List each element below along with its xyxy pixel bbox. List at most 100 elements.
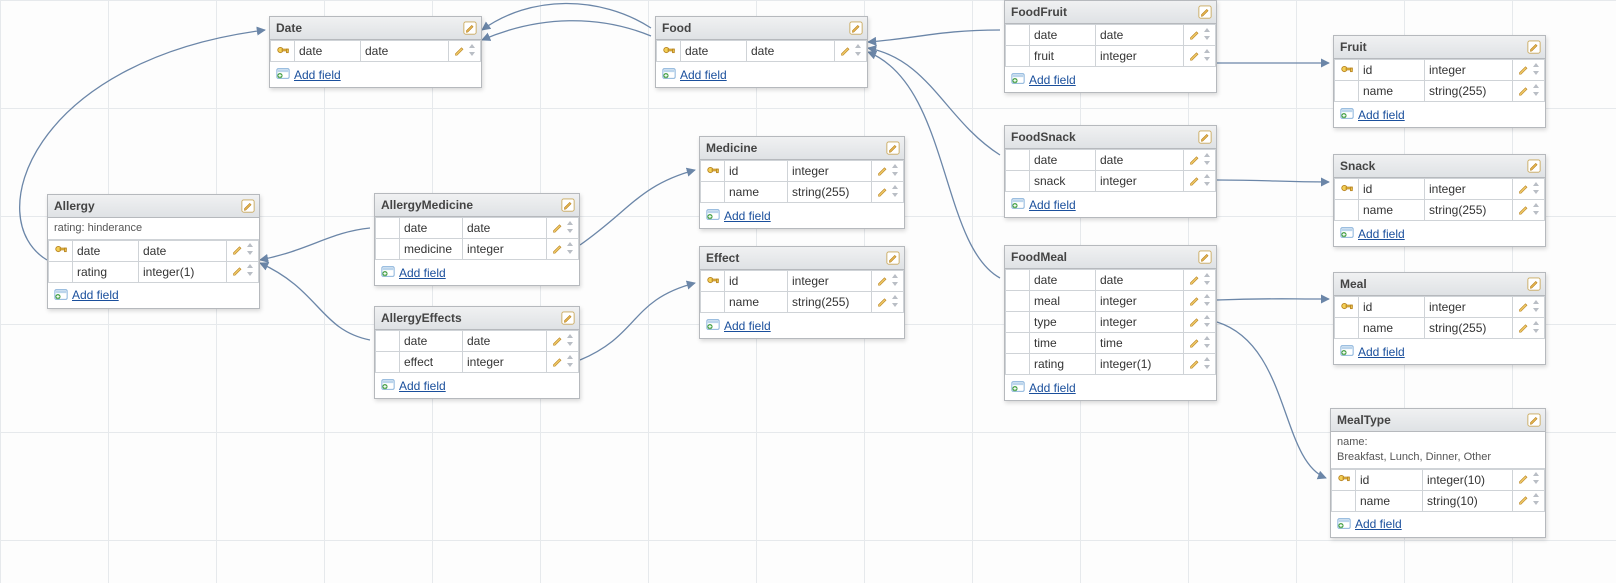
- table-row[interactable]: datedate: [376, 218, 579, 239]
- field-controls[interactable]: [547, 352, 579, 373]
- entity-title[interactable]: FoodMeal: [1005, 246, 1216, 269]
- pencil-icon[interactable]: [552, 242, 564, 257]
- field-controls[interactable]: [1513, 318, 1545, 339]
- table-row[interactable]: snackinteger: [1006, 171, 1216, 192]
- sort-icon[interactable]: [566, 221, 574, 236]
- pencil-icon[interactable]: [877, 295, 889, 310]
- pencil-icon[interactable]: [232, 243, 244, 258]
- sort-icon[interactable]: [1203, 49, 1211, 64]
- sort-icon[interactable]: [854, 44, 862, 59]
- field-controls[interactable]: [449, 41, 481, 62]
- entity-meal[interactable]: Mealidintegernamestring(255)Add field: [1333, 272, 1546, 365]
- field-controls[interactable]: [1184, 333, 1216, 354]
- edit-icon[interactable]: [1198, 130, 1212, 144]
- table-row[interactable]: idinteger: [1335, 60, 1545, 81]
- add-field-link[interactable]: Add field: [1005, 192, 1216, 217]
- add-field-link[interactable]: Add field: [48, 283, 259, 308]
- field-controls[interactable]: [1184, 171, 1216, 192]
- table-row[interactable]: idinteger: [701, 161, 904, 182]
- pencil-icon[interactable]: [1518, 472, 1530, 487]
- pencil-icon[interactable]: [1518, 321, 1530, 336]
- sort-icon[interactable]: [1203, 273, 1211, 288]
- pencil-icon[interactable]: [1518, 493, 1530, 508]
- edit-icon[interactable]: [561, 198, 575, 212]
- field-controls[interactable]: [1184, 25, 1216, 46]
- entity-fruit[interactable]: Fruitidintegernamestring(255)Add field: [1333, 35, 1546, 128]
- edit-icon[interactable]: [241, 199, 255, 213]
- pencil-icon[interactable]: [877, 164, 889, 179]
- sort-icon[interactable]: [1203, 357, 1211, 372]
- table-row[interactable]: ratinginteger(1): [1006, 354, 1216, 375]
- sort-icon[interactable]: [891, 295, 899, 310]
- table-row[interactable]: namestring(255): [1335, 200, 1545, 221]
- field-controls[interactable]: [835, 41, 867, 62]
- pencil-icon[interactable]: [1189, 28, 1201, 43]
- field-controls[interactable]: [547, 331, 579, 352]
- sort-icon[interactable]: [1203, 315, 1211, 330]
- add-field-link[interactable]: Add field: [656, 62, 867, 87]
- add-field-link[interactable]: Add field: [1334, 339, 1545, 364]
- add-field-link[interactable]: Add field: [1005, 375, 1216, 400]
- add-field-link[interactable]: Add field: [700, 203, 904, 228]
- entity-title[interactable]: Allergy: [48, 195, 259, 218]
- pencil-icon[interactable]: [877, 274, 889, 289]
- table-row[interactable]: datedate: [1006, 150, 1216, 171]
- edit-icon[interactable]: [1198, 5, 1212, 19]
- entity-medicine[interactable]: Medicineidintegernamestring(255)Add fiel…: [699, 136, 905, 229]
- edit-icon[interactable]: [1527, 40, 1541, 54]
- add-field-link[interactable]: Add field: [1334, 102, 1545, 127]
- entity-food[interactable]: FooddatedateAdd field: [655, 16, 868, 88]
- entity-effect[interactable]: Effectidintegernamestring(255)Add field: [699, 246, 905, 339]
- table-row[interactable]: fruitinteger: [1006, 46, 1216, 67]
- edit-icon[interactable]: [886, 251, 900, 265]
- table-row[interactable]: idinteger(10): [1332, 469, 1545, 490]
- field-controls[interactable]: [547, 218, 579, 239]
- field-controls[interactable]: [1184, 46, 1216, 67]
- field-controls[interactable]: [872, 161, 904, 182]
- entity-mealtype[interactable]: MealTypename: Breakfast, Lunch, Dinner, …: [1330, 408, 1546, 538]
- pencil-icon[interactable]: [1518, 203, 1530, 218]
- table-row[interactable]: datedate: [49, 240, 259, 261]
- table-row[interactable]: typeinteger: [1006, 312, 1216, 333]
- field-controls[interactable]: [547, 239, 579, 260]
- table-row[interactable]: namestring(10): [1332, 490, 1545, 511]
- field-controls[interactable]: [1184, 312, 1216, 333]
- edit-icon[interactable]: [886, 141, 900, 155]
- sort-icon[interactable]: [1532, 63, 1540, 78]
- pencil-icon[interactable]: [1518, 63, 1530, 78]
- pencil-icon[interactable]: [1189, 153, 1201, 168]
- add-field-link[interactable]: Add field: [375, 260, 579, 285]
- sort-icon[interactable]: [566, 355, 574, 370]
- pencil-icon[interactable]: [877, 185, 889, 200]
- sort-icon[interactable]: [1532, 203, 1540, 218]
- table-row[interactable]: effectinteger: [376, 352, 579, 373]
- sort-icon[interactable]: [1532, 321, 1540, 336]
- edit-icon[interactable]: [1527, 159, 1541, 173]
- entity-title[interactable]: MealType: [1331, 409, 1545, 432]
- field-controls[interactable]: [872, 271, 904, 292]
- edit-icon[interactable]: [463, 21, 477, 35]
- field-controls[interactable]: [227, 240, 259, 261]
- sort-icon[interactable]: [1532, 472, 1540, 487]
- pencil-icon[interactable]: [1189, 357, 1201, 372]
- field-controls[interactable]: [1184, 291, 1216, 312]
- entity-title[interactable]: AllergyMedicine: [375, 194, 579, 217]
- sort-icon[interactable]: [1532, 493, 1540, 508]
- sort-icon[interactable]: [566, 242, 574, 257]
- edit-icon[interactable]: [1527, 413, 1541, 427]
- entity-title[interactable]: Fruit: [1334, 36, 1545, 59]
- pencil-icon[interactable]: [1189, 336, 1201, 351]
- add-field-link[interactable]: Add field: [375, 373, 579, 398]
- entity-title[interactable]: Snack: [1334, 155, 1545, 178]
- entity-title[interactable]: Meal: [1334, 273, 1545, 296]
- pencil-icon[interactable]: [1189, 49, 1201, 64]
- field-controls[interactable]: [872, 182, 904, 203]
- entity-title[interactable]: Medicine: [700, 137, 904, 160]
- entity-snack[interactable]: Snackidintegernamestring(255)Add field: [1333, 154, 1546, 247]
- field-controls[interactable]: [1513, 81, 1545, 102]
- entity-allergymedicine[interactable]: AllergyMedicinedatedatemedicineintegerAd…: [374, 193, 580, 286]
- table-row[interactable]: idinteger: [701, 271, 904, 292]
- entity-title[interactable]: Food: [656, 17, 867, 40]
- table-row[interactable]: namestring(255): [701, 292, 904, 313]
- field-controls[interactable]: [872, 292, 904, 313]
